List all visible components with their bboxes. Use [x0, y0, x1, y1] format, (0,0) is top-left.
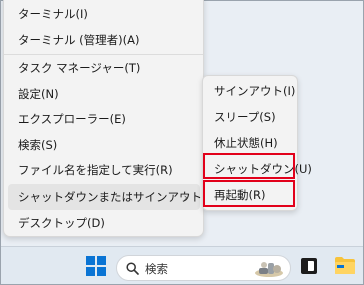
windows-start-icon[interactable] — [86, 256, 106, 276]
menu-item-label: エクスプローラー(E) — [18, 112, 126, 126]
highlight-box-shutdown — [203, 153, 295, 179]
menu-item-terminal[interactable]: ターミナル(I) — [8, 1, 200, 27]
submenu-item-hibernate[interactable]: 休止状態(H) — [207, 131, 293, 155]
search-icon — [126, 262, 139, 275]
task-view-icon[interactable] — [301, 258, 317, 274]
file-explorer-icon[interactable] — [334, 256, 356, 275]
menu-item-settings[interactable]: 設定(N) — [8, 81, 200, 107]
menu-item-shutdown-signout[interactable]: シャットダウンまたはサインアウト(U) › — [8, 184, 219, 210]
menu-item-label: タスク マネージャー(T) — [18, 61, 141, 75]
menu-item-label: ファイル名を指定して実行(R) — [18, 163, 173, 177]
menu-item-search[interactable]: 検索(S) — [8, 132, 200, 158]
search-placeholder: 検索 — [145, 262, 168, 276]
highlight-box-restart — [203, 180, 295, 207]
menu-item-label: ターミナル(I) — [18, 7, 88, 21]
submenu-item-label: サインアウト(I) — [214, 84, 296, 98]
menu-item-label: ターミナル (管理者)(A) — [18, 33, 140, 47]
submenu-item-signout[interactable]: サインアウト(I) — [207, 79, 296, 103]
menu-item-explorer[interactable]: エクスプローラー(E) — [8, 106, 200, 132]
submenu-item-sleep[interactable]: スリープ(S) — [207, 105, 293, 129]
menu-item-label: 設定(N) — [18, 87, 59, 101]
submenu-item-label: スリープ(S) — [214, 110, 276, 124]
menu-item-label: デスクトップ(D) — [18, 216, 105, 230]
taskbar: 検索 — [1, 246, 363, 284]
taskbar-search-box[interactable]: 検索 — [116, 255, 291, 281]
menu-item-desktop[interactable]: デスクトップ(D) — [8, 210, 200, 236]
start-context-menu: ターミナル(I) ターミナル (管理者)(A) タスク マネージャー(T) 設定… — [3, 0, 219, 237]
menu-item-run[interactable]: ファイル名を指定して実行(R) — [8, 157, 200, 183]
submenu-item-label: 休止状態(H) — [214, 136, 278, 150]
menu-item-task-manager[interactable]: タスク マネージャー(T) — [8, 55, 200, 81]
menu-item-label: シャットダウンまたはサインアウト(U) — [18, 190, 220, 204]
chevron-right-icon: › — [183, 190, 188, 204]
menu-item-terminal-admin[interactable]: ターミナル (管理者)(A) — [8, 27, 200, 53]
menu-item-label: 検索(S) — [18, 138, 58, 152]
landscape-thumbnail-icon — [255, 262, 283, 277]
